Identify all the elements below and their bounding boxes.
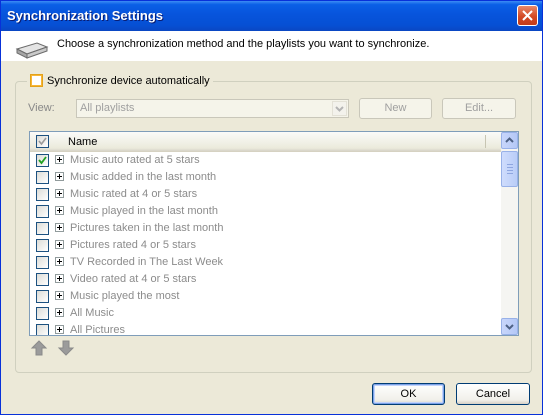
list-item[interactable]: TV Recorded in The Last Week (30, 254, 501, 271)
view-dropdown[interactable]: All playlists (76, 99, 349, 118)
sync-auto-checkbox[interactable]: Synchronize device automatically (27, 74, 213, 87)
expand-plus-icon[interactable] (55, 189, 64, 198)
list-item[interactable]: Video rated at 4 or 5 stars (30, 271, 501, 288)
view-label: View: (28, 102, 55, 114)
playlist-label: Pictures taken in the last month (70, 222, 224, 234)
edit-button[interactable]: Edit... (442, 98, 516, 119)
playlist-checkbox[interactable] (36, 324, 49, 335)
playlist-label: All Music (70, 307, 115, 319)
dropdown-arrow[interactable] (332, 101, 347, 116)
expand-plus-icon[interactable] (55, 206, 64, 215)
instruction-text: Choose a synchronization method and the … (57, 38, 430, 50)
playlist-label: All Pictures (70, 324, 126, 336)
select-all-checkbox[interactable] (36, 135, 49, 148)
new-button[interactable]: New (359, 98, 432, 119)
list-item[interactable]: Pictures rated 4 or 5 stars (30, 237, 501, 254)
sync-auto-check-box[interactable] (30, 74, 43, 87)
scroll-thumb[interactable] (501, 151, 518, 187)
expand-plus-icon[interactable] (55, 155, 64, 164)
expand-plus-icon[interactable] (55, 172, 64, 181)
move-down-arrow-icon[interactable] (57, 339, 75, 357)
list-item[interactable]: Music played in the last month (30, 203, 501, 220)
playlist-checkbox[interactable] (36, 290, 49, 303)
window-title: Synchronization Settings (7, 8, 164, 23)
sync-settings-dialog: Synchronization Settings Choose a synchr… (0, 0, 543, 415)
playlist-label: Video rated at 4 or 5 stars (70, 273, 197, 285)
playlist-checkbox[interactable] (36, 273, 49, 286)
ok-button[interactable]: OK (372, 383, 445, 405)
view-selected-value: All playlists (80, 102, 135, 114)
close-icon (522, 10, 533, 21)
expand-plus-icon[interactable] (55, 325, 64, 334)
checkmark-icon (38, 156, 47, 165)
list-item[interactable]: All Music (30, 305, 501, 322)
expand-plus-icon[interactable] (55, 291, 64, 300)
column-separator[interactable] (485, 135, 486, 148)
playlist-checkbox[interactable] (36, 222, 49, 235)
list-item[interactable]: Pictures taken in the last month (30, 220, 501, 237)
scroll-up-button[interactable] (501, 132, 518, 149)
chevron-down-icon (505, 324, 514, 330)
list-item[interactable]: Music auto rated at 5 stars (30, 152, 501, 169)
close-button[interactable] (517, 5, 538, 26)
sync-auto-label: Synchronize device automatically (47, 74, 210, 87)
vertical-scrollbar[interactable] (501, 132, 518, 335)
checkmark-icon (38, 137, 47, 146)
playlist-label: Music added in the last month (70, 171, 217, 183)
scroll-down-button[interactable] (501, 318, 518, 335)
move-up-arrow-icon[interactable] (30, 339, 48, 357)
cancel-button[interactable]: Cancel (456, 383, 530, 405)
name-column-header[interactable]: Name (68, 136, 97, 148)
list-item[interactable]: Music rated at 4 or 5 stars (30, 186, 501, 203)
playlist-label: Music played the most (70, 290, 180, 302)
playlist-checkbox[interactable] (36, 239, 49, 252)
expand-plus-icon[interactable] (55, 308, 64, 317)
list-header: Name (30, 132, 501, 152)
list-item[interactable]: Music added in the last month (30, 169, 501, 186)
playlist-label: Music played in the last month (70, 205, 218, 217)
portable-device-icon (15, 42, 49, 59)
playlist-label: Music rated at 4 or 5 stars (70, 188, 198, 200)
expand-plus-icon[interactable] (55, 257, 64, 266)
list-item[interactable]: All Pictures (30, 322, 501, 336)
playlist-checkbox[interactable] (36, 188, 49, 201)
chevron-up-icon (505, 137, 514, 143)
expand-plus-icon[interactable] (55, 240, 64, 249)
playlist-label: Music auto rated at 5 stars (70, 154, 200, 166)
playlist-checkbox[interactable] (36, 307, 49, 320)
expand-plus-icon[interactable] (55, 274, 64, 283)
playlist-list[interactable]: Name Music auto rated at 5 stars Music ad… (29, 131, 519, 336)
expand-plus-icon[interactable] (55, 223, 64, 232)
playlist-label: TV Recorded in The Last Week (70, 256, 224, 268)
playlist-checkbox[interactable] (36, 256, 49, 269)
playlist-checkbox[interactable] (36, 205, 49, 218)
playlist-checkbox[interactable] (36, 171, 49, 184)
title-bar[interactable]: Synchronization Settings (1, 1, 542, 31)
playlist-checkbox[interactable] (36, 154, 49, 167)
playlist-label: Pictures rated 4 or 5 stars (70, 239, 196, 251)
list-item[interactable]: Music played the most (30, 288, 501, 305)
chevron-down-icon (335, 106, 344, 112)
